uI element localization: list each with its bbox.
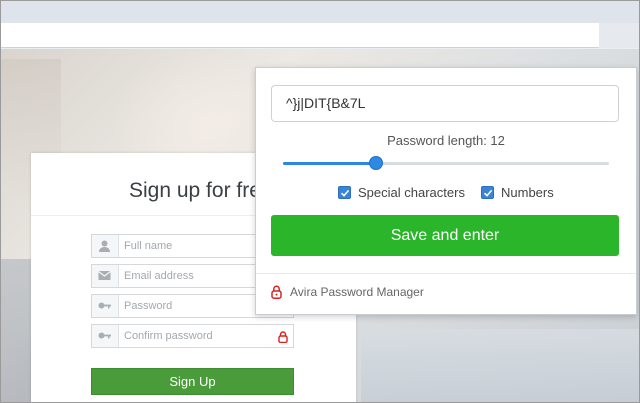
confirm-password-input[interactable]	[124, 327, 274, 345]
popup-divider	[256, 273, 636, 274]
confirm-password-field[interactable]	[91, 324, 294, 348]
user-icon	[92, 235, 119, 257]
numbers-checkbox[interactable]	[481, 186, 494, 199]
slider-fill	[283, 162, 376, 165]
password-generator-popup: ^}j|DIT{B&7L Password length: 12 Special…	[255, 67, 637, 315]
background-image-device	[361, 329, 639, 402]
password-length-label: Password length: 12	[387, 133, 505, 148]
avira-lock-icon[interactable]	[278, 330, 288, 348]
special-characters-checkbox[interactable]	[338, 186, 351, 199]
full-name-input[interactable]	[124, 237, 274, 255]
key-icon	[92, 325, 119, 347]
avira-brand-label: Avira Password Manager	[290, 285, 424, 299]
generated-password-field[interactable]: ^}j|DIT{B&7L	[271, 85, 619, 122]
numbers-label: Numbers	[501, 185, 554, 200]
email-input[interactable]	[124, 267, 274, 285]
browser-toolbar	[1, 1, 639, 23]
avira-lock-icon	[271, 285, 282, 302]
save-and-enter-button[interactable]: Save and enter	[271, 215, 619, 256]
address-bar[interactable]	[1, 23, 599, 48]
toolbar-edge	[599, 23, 639, 48]
slider-thumb[interactable]	[369, 156, 383, 170]
special-characters-label: Special characters	[358, 185, 465, 200]
password-input[interactable]	[124, 297, 274, 315]
key-icon	[92, 295, 119, 317]
browser-window: Sign up for free Full name Email address…	[0, 0, 640, 403]
sign-up-button[interactable]: Sign Up	[91, 368, 294, 395]
envelope-icon	[92, 265, 119, 287]
password-length-slider[interactable]	[283, 156, 609, 170]
